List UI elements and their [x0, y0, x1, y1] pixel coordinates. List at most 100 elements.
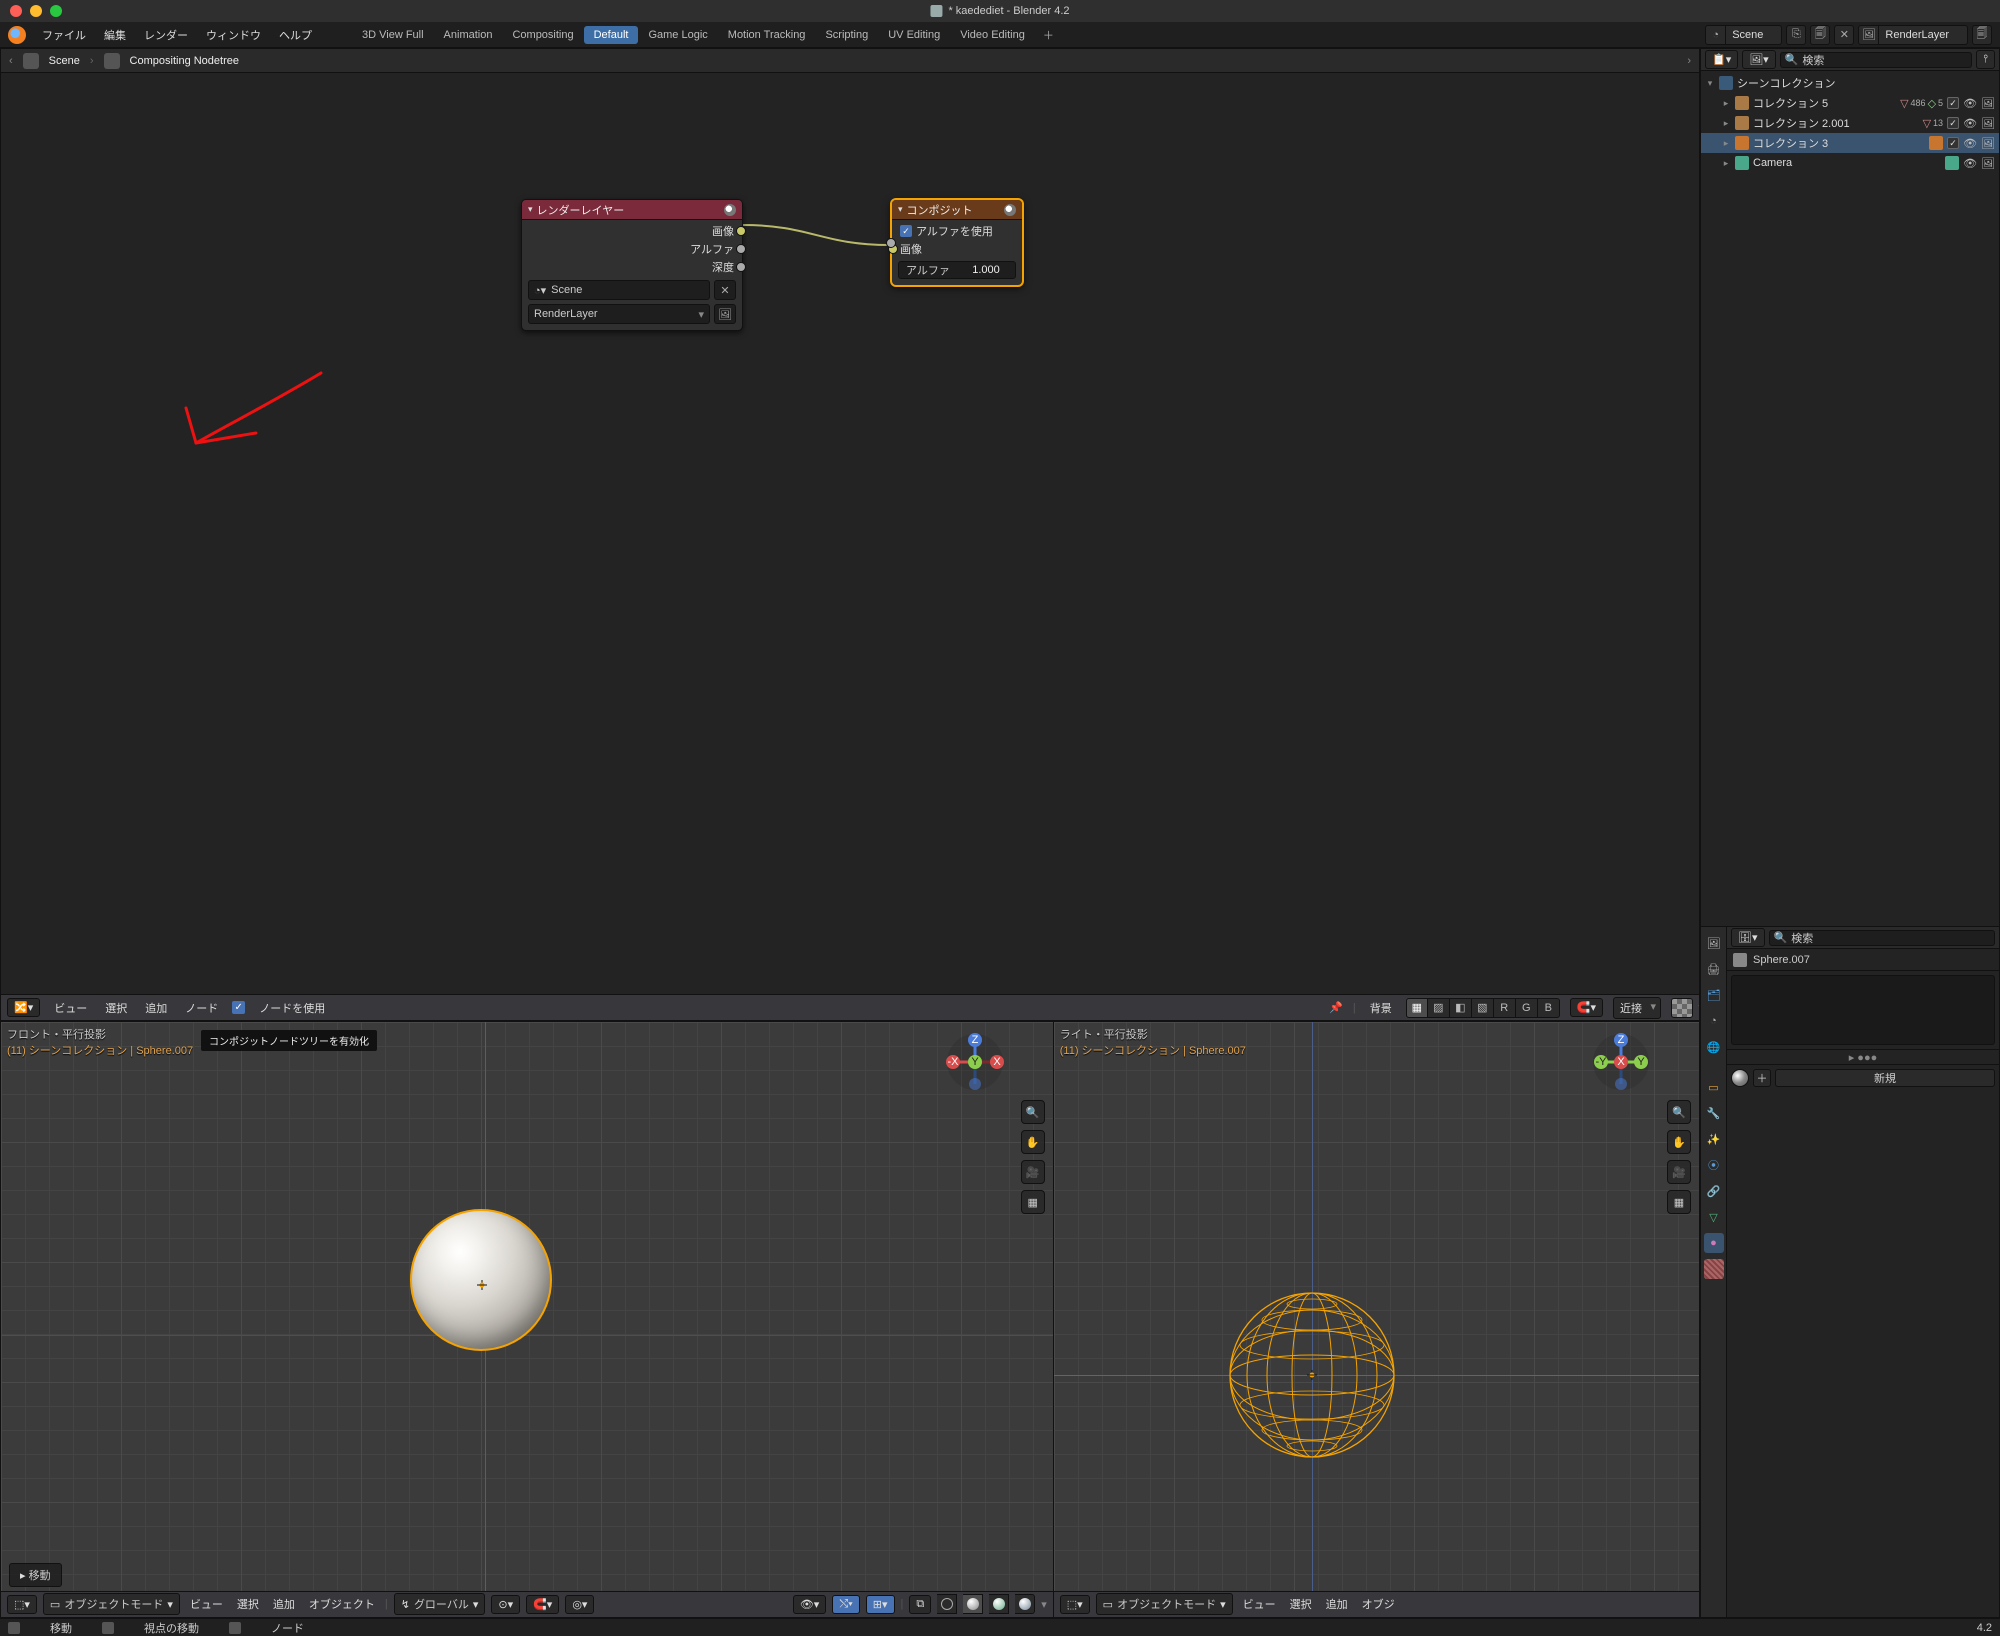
channel-alpha-button[interactable]: ◧ — [1450, 998, 1472, 1018]
navigation-gizmo[interactable]: -X X Z Y — [945, 1032, 1005, 1092]
tab-material[interactable]: ● — [1704, 1233, 1724, 1253]
active-object-label[interactable]: Sphere.007 — [1753, 954, 1810, 966]
blender-logo-icon[interactable] — [8, 26, 26, 44]
snap-mode-select[interactable]: 近接 — [1613, 997, 1661, 1019]
workspace-tab[interactable]: Motion Tracking — [718, 25, 816, 45]
collapse-icon[interactable]: ▾ — [528, 204, 533, 215]
visibility-icon[interactable]: 👁 — [1963, 137, 1977, 150]
shading-wireframe[interactable] — [937, 1594, 957, 1614]
socket-output-depth[interactable] — [736, 262, 746, 272]
toggle-ortho-button[interactable]: ▦ — [1667, 1190, 1691, 1214]
menu-help[interactable]: ヘルプ — [271, 23, 320, 47]
pin-icon[interactable]: 📌 — [1329, 1001, 1343, 1014]
tab-scene[interactable]: ◔ — [1704, 1011, 1724, 1031]
socket-output-image[interactable] — [736, 226, 746, 236]
use-alpha-checkbox[interactable]: ✓ — [900, 225, 912, 237]
outliner-display-mode[interactable]: 🖼▾ — [1742, 50, 1776, 69]
menu-select[interactable]: 選択 — [101, 998, 131, 1018]
snap-toggle[interactable]: 🧲▾ — [526, 1595, 559, 1614]
node-scene-field[interactable]: ◔▾ Scene — [528, 280, 710, 300]
outliner-row[interactable]: ▸ コレクション 2.001 ▽13 👁🖼 — [1701, 113, 1999, 133]
menu-add[interactable]: 追加 — [141, 998, 171, 1018]
node-composite[interactable]: ▾ コンポジット ✓ アルファを使用 画像 アルファ — [891, 199, 1023, 286]
channel-z-button[interactable]: ▧ — [1472, 998, 1494, 1018]
editor-type-selector[interactable]: ⬚▾ — [1060, 1595, 1090, 1614]
material-preview-icon[interactable] — [1731, 1069, 1749, 1087]
node-preview-icon[interactable] — [724, 204, 736, 216]
snap-button[interactable]: 🧲▾ — [1570, 998, 1603, 1017]
menu-view[interactable]: ビュー — [186, 1594, 227, 1614]
render-icon[interactable]: 🖼 — [1981, 137, 1995, 150]
outliner-tree[interactable]: ▾ シーンコレクション ▸ コレクション 5 ▽486◇5 👁🖼 ▸ コレクショ… — [1701, 71, 1999, 926]
menu-view[interactable]: ビュー — [50, 998, 91, 1018]
outliner-search-input[interactable]: 🔍 検索 — [1780, 52, 1972, 68]
exclude-checkbox[interactable] — [1947, 97, 1959, 109]
gizmo-toggle[interactable]: ⤭▾ — [832, 1595, 859, 1614]
pivot-selector[interactable]: ⊙▾ — [491, 1595, 520, 1614]
properties-search-input[interactable]: 🔍 検索 — [1769, 930, 1996, 946]
workspace-tab[interactable]: 3D View Full — [352, 25, 434, 45]
alpha-slider[interactable]: アルファ 1.000 — [898, 261, 1016, 279]
socket-input-alpha[interactable] — [886, 238, 896, 248]
scene-pin-button[interactable]: ⎘ — [1786, 25, 1806, 45]
node-render-layers[interactable]: ▾ レンダーレイヤー 画像 アルファ 深度 ◔▾ Scene ✕ — [521, 199, 743, 331]
render-icon[interactable]: 🖼 — [1981, 117, 1995, 130]
menu-select[interactable]: 選択 — [1286, 1594, 1316, 1614]
camera-view-button[interactable]: 🎥 — [1667, 1160, 1691, 1184]
tab-objectdata[interactable]: ▽ — [1704, 1207, 1724, 1227]
menu-object[interactable]: オブジェクト — [305, 1594, 379, 1614]
compositor-canvas[interactable]: ▾ レンダーレイヤー 画像 アルファ 深度 ◔▾ Scene ✕ — [1, 73, 1699, 994]
socket-output-alpha[interactable] — [736, 244, 746, 254]
visibility-icon[interactable]: 👁 — [1963, 97, 1977, 110]
viewlayer-new-button[interactable]: 🗐 — [1972, 25, 1992, 45]
material-browse-button[interactable]: ＋ — [1753, 1069, 1771, 1087]
pan-button[interactable]: ✋ — [1667, 1130, 1691, 1154]
exclude-checkbox[interactable] — [1947, 117, 1959, 129]
menu-render[interactable]: レンダー — [136, 23, 196, 47]
visibility-toggle[interactable]: 👁▾ — [793, 1595, 827, 1614]
window-minimize-button[interactable] — [30, 5, 42, 17]
mode-selector[interactable]: ▭ オブジェクトモード ▾ — [1096, 1593, 1233, 1615]
node-layer-field[interactable]: RenderLayer ▾ — [528, 304, 710, 324]
material-new-button[interactable]: 新規 — [1775, 1069, 1995, 1087]
menu-object[interactable]: オブジ — [1358, 1594, 1399, 1614]
outliner-type-selector[interactable]: 📋▾ — [1705, 50, 1738, 69]
zoom-button[interactable]: 🔍 — [1667, 1100, 1691, 1124]
workspace-add-button[interactable]: ＋ — [1035, 23, 1062, 47]
orientation-selector[interactable]: ↯ グローバル ▾ — [394, 1593, 486, 1615]
editor-type-selector[interactable]: ⬚▾ — [7, 1595, 37, 1614]
last-operator-panel[interactable]: ▸ 移動 — [9, 1563, 62, 1587]
render-icon[interactable]: 🖼 — [1981, 157, 1995, 170]
window-close-button[interactable] — [10, 5, 22, 17]
node-preview-icon[interactable] — [1004, 204, 1016, 216]
outliner-row-root[interactable]: ▾ シーンコレクション — [1701, 73, 1999, 93]
zoom-button[interactable]: 🔍 — [1021, 1100, 1045, 1124]
backdrop-color-button[interactable] — [1671, 998, 1693, 1018]
channel-g-button[interactable]: G — [1516, 998, 1538, 1018]
shading-rendered[interactable] — [1015, 1594, 1035, 1614]
menu-file[interactable]: ファイル — [34, 23, 94, 47]
menu-window[interactable]: ウィンドウ — [198, 23, 269, 47]
tab-object[interactable]: ▭ — [1704, 1077, 1724, 1097]
outliner-row-active[interactable]: ▸ コレクション 3 👁🖼 — [1701, 133, 1999, 153]
menu-node[interactable]: ノード — [181, 998, 222, 1018]
shading-lookdev[interactable] — [989, 1594, 1009, 1614]
shading-solid[interactable] — [963, 1594, 983, 1614]
material-slot-expand[interactable]: ▸ ●●● — [1727, 1049, 1999, 1065]
mode-selector[interactable]: ▭ オブジェクトモード ▾ — [43, 1593, 180, 1615]
menu-add[interactable]: 追加 — [269, 1594, 299, 1614]
tab-physics[interactable]: ⦿ — [1704, 1155, 1724, 1175]
workspace-tab-active[interactable]: Default — [584, 26, 639, 44]
exclude-checkbox[interactable] — [1947, 137, 1959, 149]
viewlayer-selector[interactable]: 🖼 RenderLayer — [1858, 25, 1968, 45]
material-slot-list[interactable] — [1731, 975, 1995, 1045]
workspace-tab[interactable]: Animation — [434, 25, 503, 45]
breadcrumb-nodetree[interactable]: Compositing Nodetree — [130, 55, 239, 67]
node-scene-clear-button[interactable]: ✕ — [714, 280, 736, 300]
tab-texture[interactable] — [1704, 1259, 1724, 1279]
tab-viewlayer[interactable]: 🗂 — [1704, 985, 1724, 1005]
proportional-edit[interactable]: ◎▾ — [565, 1595, 594, 1614]
workspace-tab[interactable]: Game Logic — [638, 25, 717, 45]
channel-r-button[interactable]: R — [1494, 998, 1516, 1018]
menu-edit[interactable]: 編集 — [96, 23, 134, 47]
